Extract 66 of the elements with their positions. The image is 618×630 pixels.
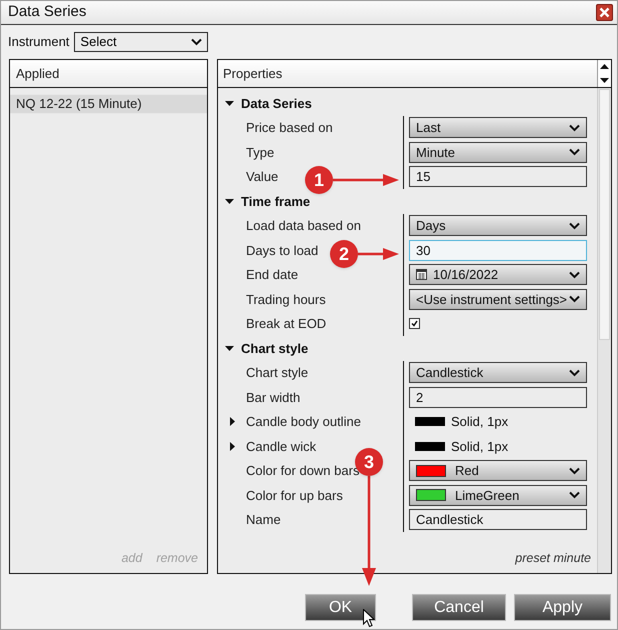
stroke-value: Solid, 1px — [451, 413, 508, 431]
property-label: Days to load — [246, 242, 318, 260]
chevron-down-icon — [569, 368, 580, 377]
dropdown[interactable]: Last — [409, 117, 587, 138]
close-button[interactable] — [596, 4, 613, 21]
property-label: Chart style — [246, 364, 308, 382]
expand-icon[interactable] — [230, 442, 235, 451]
property-label: Load data based on — [246, 217, 361, 235]
cursor-icon — [363, 609, 375, 628]
stroke-value: Solid, 1px — [451, 438, 508, 456]
property-label: Trading hours — [246, 290, 326, 309]
chevron-down-icon — [569, 270, 580, 279]
scroll-down-icon[interactable] — [600, 78, 609, 83]
dialog-button[interactable]: Cancel — [412, 594, 506, 621]
chevron-down-icon — [191, 38, 202, 46]
callout-arrow — [358, 248, 399, 260]
input-field[interactable]: 30 — [409, 240, 587, 261]
collapse-icon[interactable] — [225, 100, 234, 106]
window-title: Data Series — [8, 2, 86, 22]
property-label: Color for up bars — [246, 486, 343, 505]
property-label: Name — [246, 511, 281, 529]
panel-header: Applied — [16, 64, 60, 83]
chevron-down-icon — [569, 222, 580, 230]
preset-label: preset minute — [515, 550, 591, 568]
panel-header: Properties — [223, 64, 282, 83]
collapse-icon[interactable] — [225, 346, 234, 351]
property-label: Candle body outline — [246, 413, 361, 431]
chevron-down-icon — [569, 124, 580, 132]
property-label: Candle wick — [246, 438, 316, 456]
property-label: Value — [246, 168, 278, 186]
scrollbar[interactable] — [597, 88, 611, 573]
chevron-down-icon — [569, 148, 580, 156]
scroll-up-icon[interactable] — [600, 64, 609, 70]
chevron-down-icon — [569, 466, 580, 475]
input-field[interactable]: 15 — [409, 166, 587, 188]
section-header: Data Series — [241, 94, 312, 112]
section-header: Time frame — [241, 192, 310, 210]
checkbox[interactable] — [409, 318, 420, 330]
applied-item[interactable]: NQ 12-22 (15 Minute) — [10, 94, 207, 114]
chevron-down-icon — [569, 295, 580, 304]
color-dropdown[interactable]: Red — [409, 460, 587, 482]
property-label: Break at EOD — [246, 315, 326, 333]
scrollbar-thumb[interactable] — [599, 89, 610, 340]
calendar-icon — [416, 269, 427, 280]
property-label: Type — [246, 144, 274, 162]
property-label: Bar width — [246, 388, 300, 406]
chevron-down-icon — [569, 491, 580, 500]
date-picker[interactable]: 10/16/2022 — [409, 264, 587, 286]
callout-arrow — [333, 174, 399, 186]
property-label: Price based on — [246, 119, 333, 137]
dropdown[interactable]: <Use instrument settings> — [409, 288, 587, 310]
dropdown[interactable]: Minute — [409, 142, 587, 163]
instrument-dropdown[interactable]: Select — [74, 32, 208, 52]
input-field[interactable]: Candlestick — [409, 509, 587, 530]
input-field[interactable]: 2 — [409, 386, 587, 408]
dropdown[interactable]: Days — [409, 215, 587, 236]
dialog-button[interactable]: OK — [305, 594, 376, 621]
dialog-button[interactable]: Apply — [514, 594, 611, 621]
section-header: Chart style — [241, 340, 308, 358]
dropdown[interactable]: Candlestick — [409, 362, 587, 384]
close-icon — [599, 7, 610, 18]
collapse-icon[interactable] — [225, 198, 234, 204]
instrument-label: Instrument — [8, 32, 70, 51]
expand-icon[interactable] — [230, 417, 235, 426]
property-label: End date — [246, 266, 298, 284]
color-dropdown[interactable]: LimeGreen — [409, 484, 587, 506]
